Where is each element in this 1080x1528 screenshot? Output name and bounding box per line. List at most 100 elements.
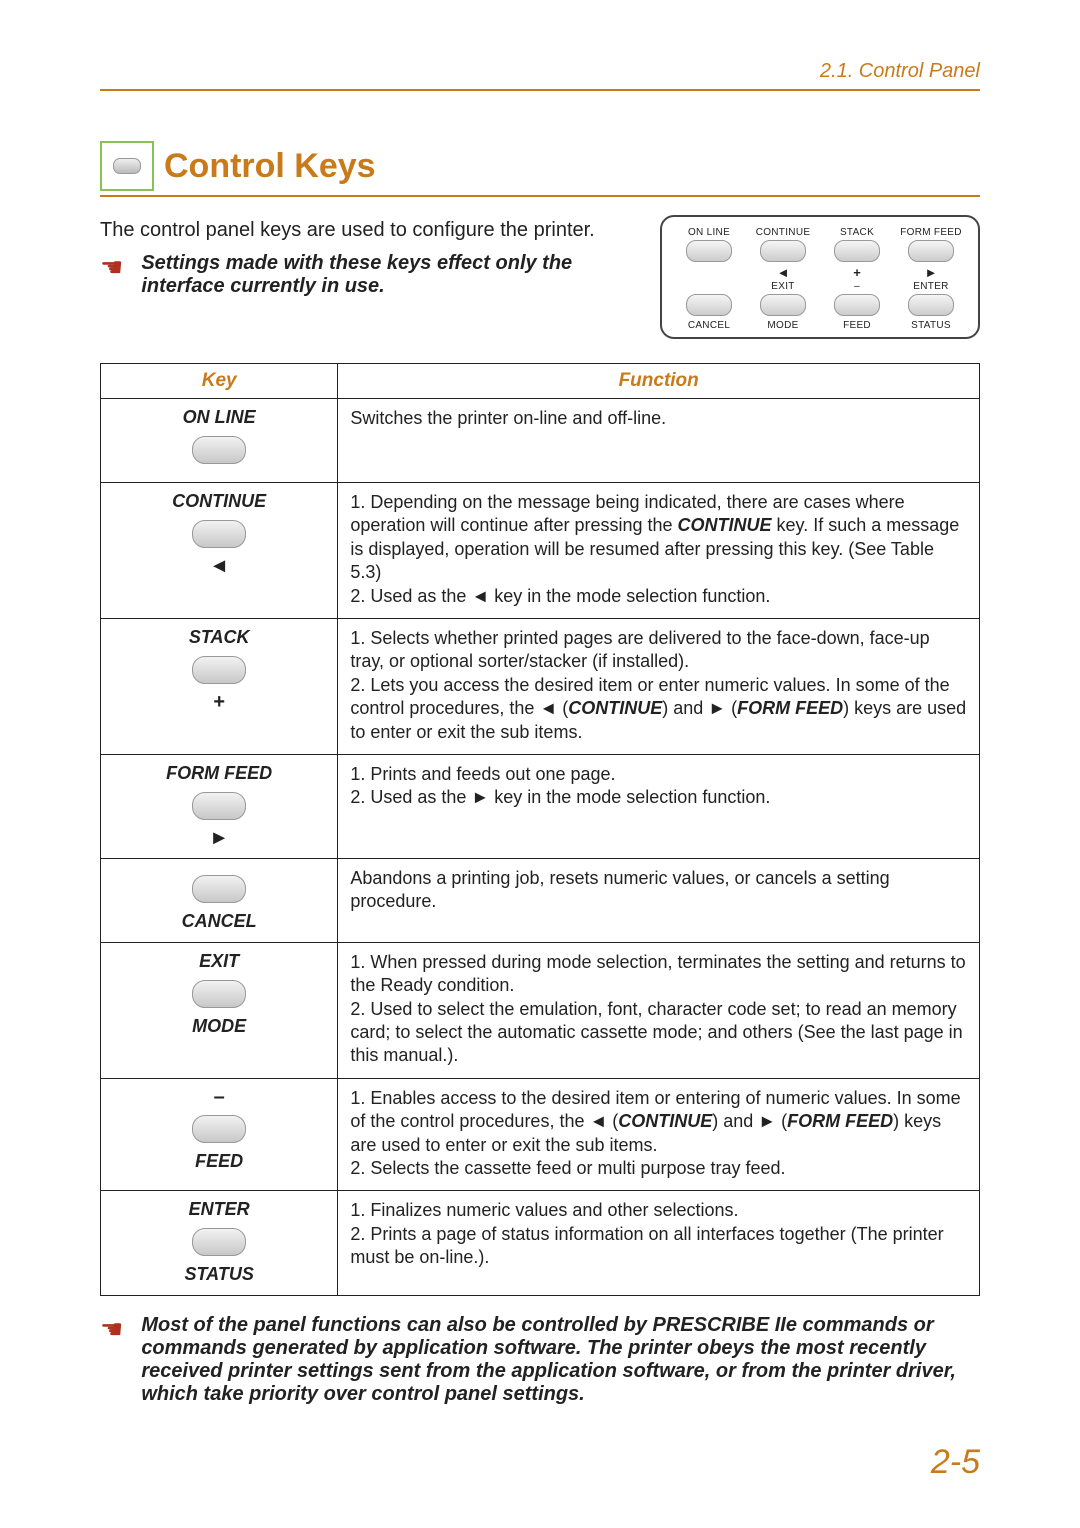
key-name-exit: EXIT: [113, 951, 325, 972]
key-button-icon: [192, 1115, 246, 1143]
key-cell-online: ON LINE: [101, 399, 338, 483]
key-name: STACK: [113, 627, 325, 648]
arrow-right-icon: ►: [113, 828, 325, 848]
arrow-left-icon: ◄: [113, 556, 325, 576]
arrow-right-icon: ►: [894, 266, 968, 279]
func-cell-exit-mode: 1. When pressed during mode selection, t…: [338, 942, 980, 1078]
key-name-status: STATUS: [113, 1264, 325, 1285]
key-button-icon: [192, 980, 246, 1008]
table-head-function: Function: [338, 364, 980, 399]
inline-key-continue: CONTINUE: [678, 515, 772, 535]
key-name: ON LINE: [113, 407, 325, 428]
key-cell-minus-feed: – FEED: [101, 1078, 338, 1191]
panel-label-minus: –: [820, 281, 894, 292]
panel-button-icon: [908, 240, 954, 262]
section-title: Control Keys: [164, 147, 376, 186]
func-cell-continue: 1. Depending on the message being indica…: [338, 483, 980, 619]
panel-label-status: STATUS: [894, 320, 968, 331]
panel-button-icon: [686, 240, 732, 262]
intro-paragraph: The control panel keys are used to confi…: [100, 219, 640, 242]
func-text: 2. Used to select the emulation, font, c…: [350, 999, 962, 1066]
key-cell-cancel: CANCEL: [101, 858, 338, 942]
panel-button-icon: [908, 294, 954, 316]
key-name-cancel: CANCEL: [113, 911, 325, 932]
inline-key-formfeed: FORM FEED: [787, 1111, 893, 1131]
table-head-key: Key: [101, 364, 338, 399]
plus-icon: +: [113, 692, 325, 712]
panel-button-icon: [760, 294, 806, 316]
panel-label-cancel: CANCEL: [672, 320, 746, 331]
table-row: ON LINE Switches the printer on-line and…: [101, 399, 980, 483]
func-text: 2. Selects the cassette feed or multi pu…: [350, 1158, 785, 1178]
pointing-hand-icon: ☚: [100, 1316, 123, 1342]
control-panel-diagram: ON LINE CONTINUE ◄ EXIT STACK + – FORM F…: [660, 215, 980, 339]
func-cell-online: Switches the printer on-line and off-lin…: [338, 399, 980, 483]
func-text: 1. Selects whether printed pages are del…: [350, 628, 929, 671]
key-button-icon: [192, 875, 246, 903]
arrow-left-icon: ◄: [746, 266, 820, 279]
func-cell-cancel: Abandons a printing job, resets numeric …: [338, 858, 980, 942]
page-number: 2-5: [931, 1443, 980, 1482]
key-cell-enter-status: ENTER STATUS: [101, 1191, 338, 1296]
func-text: 2. Used as the ◄ key in the mode selecti…: [350, 586, 770, 606]
key-cell-continue: CONTINUE ◄: [101, 483, 338, 619]
inline-key-formfeed: FORM FEED: [737, 698, 843, 718]
panel-button-icon: [834, 294, 880, 316]
panel-label-online: ON LINE: [672, 227, 746, 238]
key-name: FORM FEED: [113, 763, 325, 784]
panel-button-icon: [760, 240, 806, 262]
func-text: 2. Used as the ► key in the mode selecti…: [350, 787, 770, 807]
key-cell-formfeed: FORM FEED ►: [101, 754, 338, 858]
func-cell-stack: 1. Selects whether printed pages are del…: [338, 618, 980, 754]
panel-label-mode: MODE: [746, 320, 820, 331]
func-text: ) and ► (: [662, 698, 737, 718]
note-text-1: Settings made with these keys effect onl…: [141, 252, 630, 298]
func-text: 1. Finalizes numeric values and other se…: [350, 1200, 738, 1220]
key-name: CONTINUE: [113, 491, 325, 512]
table-row: CANCEL Abandons a printing job, resets n…: [101, 858, 980, 942]
plus-icon: +: [820, 266, 894, 279]
panel-label-feed: FEED: [820, 320, 894, 331]
key-button-icon: [192, 1228, 246, 1256]
panel-label-formfeed: FORM FEED: [894, 227, 968, 238]
panel-button-icon: [834, 240, 880, 262]
func-text: ) and ► (: [712, 1111, 787, 1131]
key-button-icon: [192, 436, 246, 464]
table-row: ENTER STATUS 1. Finalizes numeric values…: [101, 1191, 980, 1296]
func-cell-formfeed: 1. Prints and feeds out one page. 2. Use…: [338, 754, 980, 858]
key-cell-stack: STACK +: [101, 618, 338, 754]
key-cell-exit-mode: EXIT MODE: [101, 942, 338, 1078]
header-rule: [100, 89, 980, 91]
note-text-2: Most of the panel functions can also be …: [141, 1314, 980, 1406]
table-row: STACK + 1. Selects whether printed pages…: [101, 618, 980, 754]
panel-button-icon: [686, 294, 732, 316]
minus-icon: –: [113, 1087, 325, 1107]
func-text: 1. Prints and feeds out one page.: [350, 764, 615, 784]
panel-label-exit: EXIT: [746, 281, 820, 292]
func-text: 2. Prints a page of status information o…: [350, 1224, 943, 1267]
key-name-mode: MODE: [113, 1016, 325, 1037]
section-rule: [100, 195, 980, 197]
key-function-table: Key Function ON LINE Switches the printe…: [100, 363, 980, 1296]
key-button-icon: [113, 158, 141, 174]
table-row: – FEED 1. Enables access to the desired …: [101, 1078, 980, 1191]
key-name-feed: FEED: [113, 1151, 325, 1172]
key-name-enter: ENTER: [113, 1199, 325, 1220]
key-button-icon: [192, 520, 246, 548]
inline-key-continue: CONTINUE: [618, 1111, 712, 1131]
table-row: CONTINUE ◄ 1. Depending on the message b…: [101, 483, 980, 619]
func-text: 1. When pressed during mode selection, t…: [350, 952, 965, 995]
func-cell-enter-status: 1. Finalizes numeric values and other se…: [338, 1191, 980, 1296]
key-button-icon: [192, 792, 246, 820]
section-title-icon: [100, 141, 154, 191]
table-row: EXIT MODE 1. When pressed during mode se…: [101, 942, 980, 1078]
panel-label-continue: CONTINUE: [746, 227, 820, 238]
key-button-icon: [192, 656, 246, 684]
panel-label-stack: STACK: [820, 227, 894, 238]
table-row: FORM FEED ► 1. Prints and feeds out one …: [101, 754, 980, 858]
panel-label-enter: ENTER: [894, 281, 968, 292]
func-cell-minus-feed: 1. Enables access to the desired item or…: [338, 1078, 980, 1191]
pointing-hand-icon: ☚: [100, 254, 123, 280]
breadcrumb: 2.1. Control Panel: [100, 60, 980, 89]
inline-key-continue: CONTINUE: [568, 698, 662, 718]
